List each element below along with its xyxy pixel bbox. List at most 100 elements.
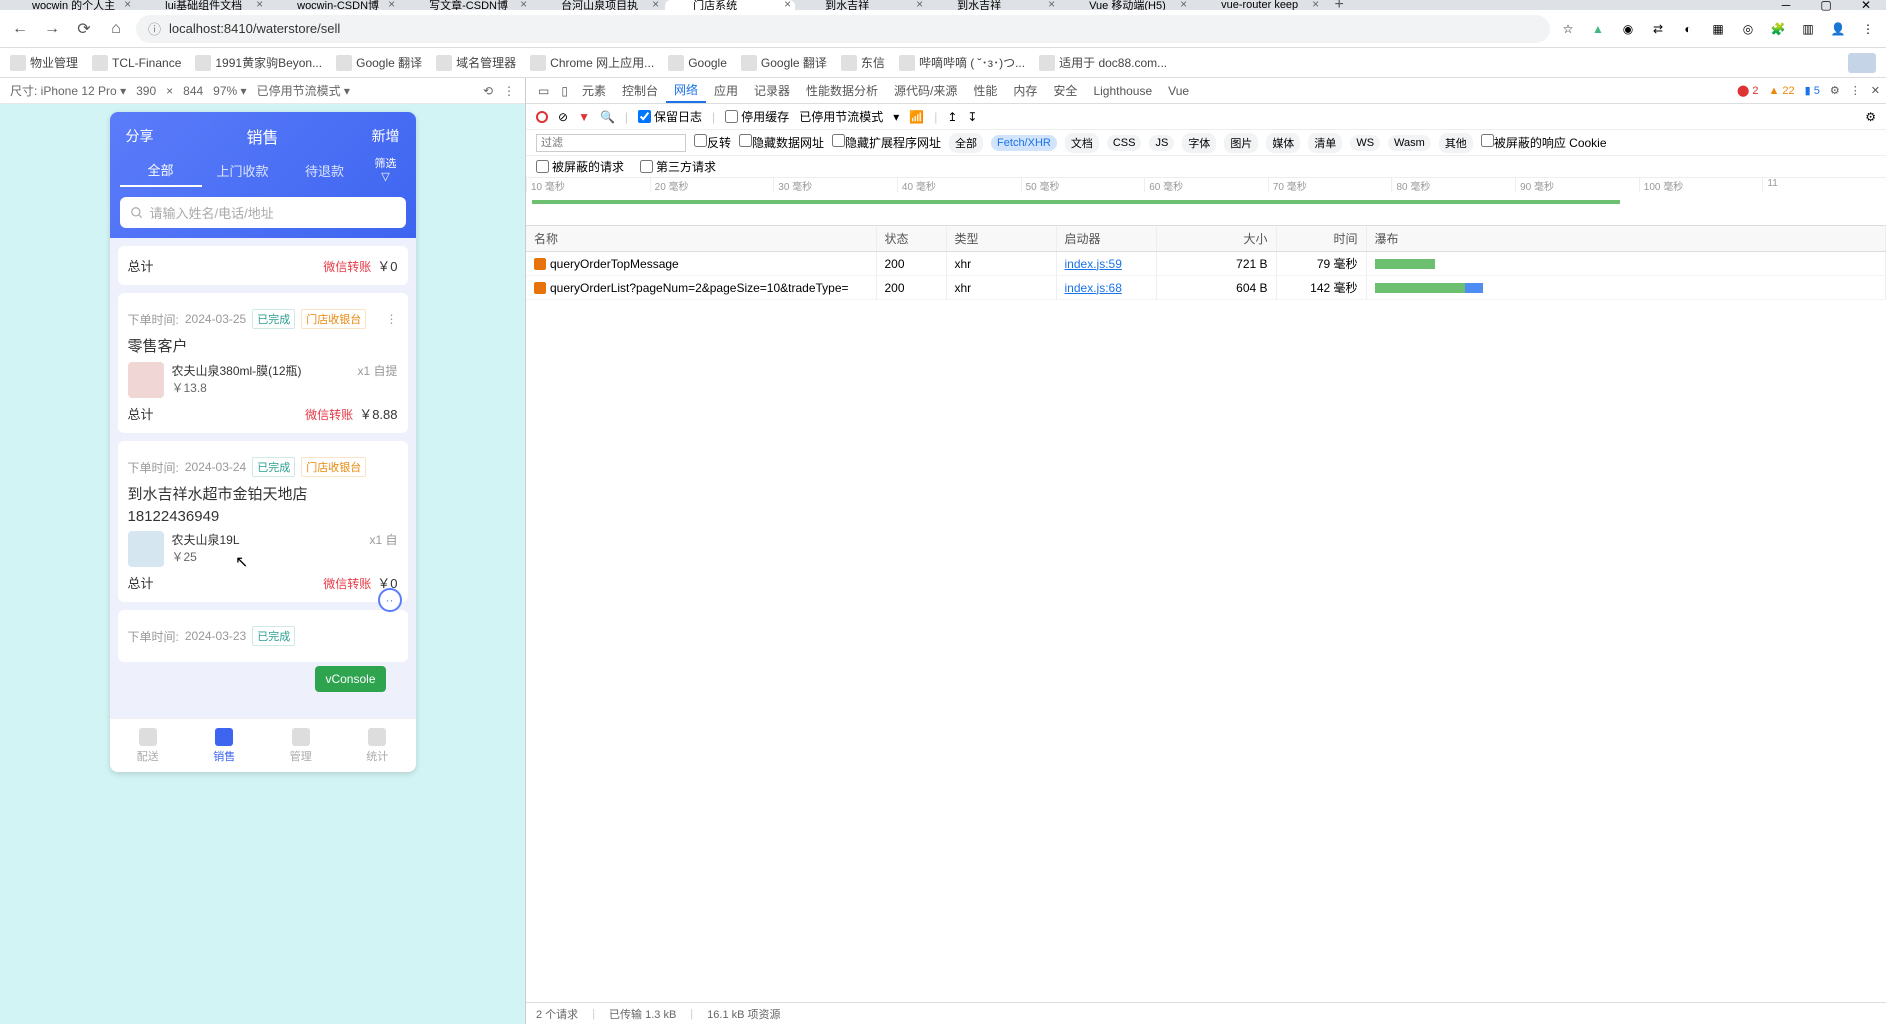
devtools-tab[interactable]: 网络 [666, 78, 706, 103]
bookmark-item[interactable]: 1991黄家驹Beyon... [195, 54, 322, 71]
filter-chip[interactable]: WS [1350, 135, 1380, 151]
devtools-tab[interactable]: 源代码/来源 [886, 78, 965, 103]
tab-filter[interactable]: 筛选▽ [366, 158, 406, 182]
wifi-icon[interactable]: 📶 [909, 110, 924, 124]
browser-tab[interactable]: 到水吉祥× [797, 0, 927, 10]
bookmark-item[interactable]: 域名管理器 [436, 54, 516, 71]
download-icon[interactable]: ↧ [967, 110, 977, 124]
close-icon[interactable]: × [784, 0, 791, 10]
profile-icon[interactable]: 👤 [1828, 19, 1848, 39]
home-button[interactable]: ⌂ [104, 17, 128, 41]
table-row[interactable]: queryOrderList?pageNum=2&pageSize=10&tra… [526, 276, 1886, 300]
search-icon[interactable]: 🔍 [600, 110, 615, 124]
throttle-select[interactable]: 已停用节流模式 [799, 108, 883, 125]
browser-tab[interactable]: 台河山泉项目执× [533, 0, 663, 10]
blocked-checkbox[interactable]: 被屏蔽的请求 [536, 158, 624, 175]
filter-chip[interactable]: 文档 [1065, 133, 1099, 153]
close-icon[interactable]: × [1048, 0, 1055, 10]
close-icon[interactable]: × [916, 0, 923, 10]
devtools-tab[interactable]: 控制台 [614, 78, 666, 103]
bookmark-item[interactable]: 适用于 doc88.com... [1039, 54, 1167, 71]
devtools-tab[interactable]: 性能 [965, 78, 1005, 103]
filter-chip[interactable]: 媒体 [1266, 133, 1300, 153]
filter-chip[interactable]: 其他 [1439, 133, 1473, 153]
inspect-icon[interactable]: ▭ [532, 84, 555, 98]
devtools-tab[interactable]: Lighthouse [1085, 78, 1160, 103]
vconsole-button[interactable]: vConsole [315, 666, 385, 692]
upload-icon[interactable]: ↥ [947, 110, 957, 124]
close-icon[interactable]: × [652, 0, 659, 10]
rotate-icon[interactable]: ⟲ [483, 84, 493, 98]
table-header[interactable]: 大小 [1156, 226, 1276, 252]
ext-icon[interactable]: ◎ [1738, 19, 1758, 39]
filter-chip[interactable]: 字体 [1182, 133, 1216, 153]
star-icon[interactable]: ☆ [1558, 19, 1578, 39]
filter-chip[interactable]: Wasm [1388, 135, 1431, 151]
hide-data-checkbox[interactable]: 隐藏数据网址 [739, 134, 824, 151]
req-initiator[interactable]: index.js:68 [1065, 281, 1122, 295]
clear-icon[interactable]: ⊘ [558, 110, 568, 124]
bookmark-item[interactable]: 物业管理 [10, 54, 78, 71]
browser-tab[interactable]: 门店系统× [665, 0, 795, 10]
close-icon[interactable]: × [1180, 0, 1187, 10]
new-tab-button[interactable]: + [1325, 0, 1353, 14]
devtools-badges[interactable]: ⬤ 2▲ 22▮ 5⚙⋮✕ [1737, 84, 1880, 97]
address-bar[interactable]: ⓘ localhost:8410/waterstore/sell [136, 15, 1550, 43]
tab-refund[interactable]: 待退款 [284, 155, 366, 186]
nav-item[interactable]: 管理 [263, 719, 340, 772]
header-new[interactable]: 新增 [371, 126, 399, 146]
browser-tab[interactable]: Vue 移动端(H5)× [1061, 0, 1191, 10]
browser-tab[interactable]: lui基础组件文档× [137, 0, 267, 10]
device-width[interactable]: 390 [136, 84, 156, 98]
back-button[interactable]: ← [8, 17, 32, 41]
ext-icon[interactable]: ◉ [1618, 19, 1638, 39]
close-icon[interactable]: ✕ [1871, 84, 1880, 97]
nav-item[interactable]: 统计 [339, 719, 416, 772]
close-icon[interactable]: × [520, 0, 527, 10]
bookmark-item[interactable]: Google 翻译 [336, 54, 422, 71]
devtools-tab[interactable]: 记录器 [746, 78, 798, 103]
devtools-tab[interactable]: 元素 [574, 78, 614, 103]
invert-checkbox[interactable]: 反转 [694, 134, 731, 151]
disable-cache-checkbox[interactable]: 停用缓存 [725, 108, 789, 125]
filter-chip[interactable]: 清单 [1308, 133, 1342, 153]
reload-button[interactable]: ⟳ [72, 17, 96, 41]
table-row[interactable]: queryOrderTopMessage200xhrindex.js:59721… [526, 252, 1886, 276]
search-input[interactable]: 请输入姓名/电话/地址 [120, 197, 406, 228]
filter-input[interactable] [536, 134, 686, 152]
device-throttle[interactable]: 已停用节流模式 [257, 82, 350, 99]
menu-icon[interactable]: ⋮ [1858, 19, 1878, 39]
window-max-icon[interactable]: ▢ [1806, 0, 1846, 10]
extensions-icon[interactable]: 🧩 [1768, 19, 1788, 39]
nav-item[interactable]: 配送 [110, 719, 187, 772]
window-close-icon[interactable]: ✕ [1846, 0, 1886, 10]
chevron-down-icon[interactable]: ▾ [893, 110, 899, 124]
devtools-tab[interactable]: 性能数据分析 [798, 78, 886, 103]
preserve-log-checkbox[interactable]: 保留日志 [638, 108, 702, 125]
table-header[interactable]: 类型 [946, 226, 1056, 252]
browser-tab[interactable]: wocwin-CSDN博× [269, 0, 399, 10]
bookmark-item[interactable]: Google [668, 55, 727, 71]
browser-tab[interactable]: 到水吉祥× [929, 0, 1059, 10]
tab-all[interactable]: 全部 [120, 154, 202, 187]
forward-button[interactable]: → [40, 17, 64, 41]
device-zoom[interactable]: 97% [213, 84, 246, 98]
filter-chip[interactable]: 全部 [949, 133, 983, 153]
close-icon[interactable]: × [256, 0, 263, 10]
device-height[interactable]: 844 [183, 84, 203, 98]
gear-icon[interactable]: ⚙ [1865, 110, 1876, 124]
bookmark-item[interactable]: Chrome 网上应用... [530, 54, 654, 71]
browser-tab[interactable]: 写文章-CSDN博× [401, 0, 531, 10]
table-header[interactable]: 时间 [1276, 226, 1366, 252]
bookmark-item[interactable]: 东信 [841, 54, 885, 71]
close-icon[interactable]: × [124, 0, 131, 10]
devtools-tab[interactable]: 安全 [1045, 78, 1085, 103]
vue-ext-icon[interactable]: ▲ [1588, 19, 1608, 39]
table-header[interactable]: 名称 [526, 226, 876, 252]
hide-ext-checkbox[interactable]: 隐藏扩展程序网址 [832, 134, 941, 151]
reading-list-icon[interactable] [1848, 53, 1876, 73]
bookmark-item[interactable]: 哔嘀哔嘀 ( ˘･з･)つ... [899, 54, 1025, 71]
ext-icon[interactable]: ▦ [1708, 19, 1728, 39]
header-share[interactable]: 分享 [126, 126, 154, 146]
devtools-tab[interactable]: 内存 [1005, 78, 1045, 103]
